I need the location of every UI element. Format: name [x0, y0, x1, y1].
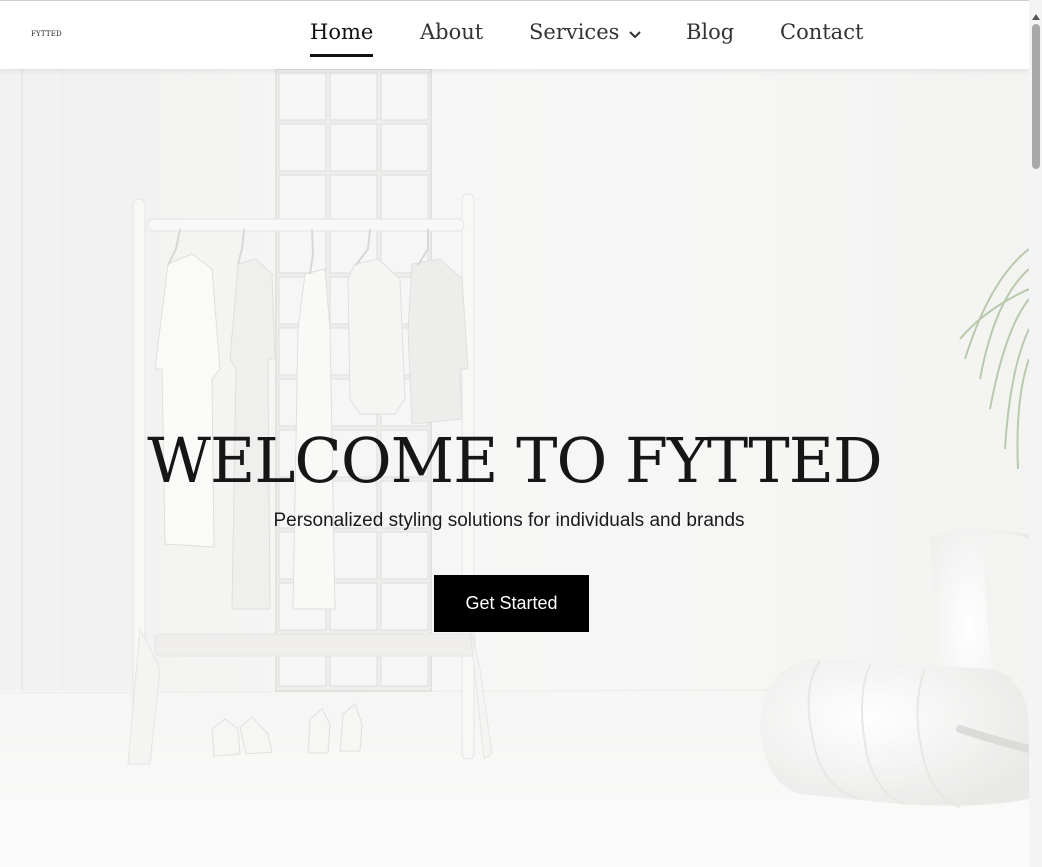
top-border: [0, 0, 1029, 1]
nav-about[interactable]: About: [420, 20, 483, 44]
get-started-button[interactable]: Get Started: [434, 575, 589, 632]
scroll-up-arrow-icon[interactable]: [1032, 7, 1040, 25]
nav-services[interactable]: Services: [529, 20, 642, 44]
brand-logo[interactable]: FYTTED: [31, 30, 62, 38]
page-scrollbar[interactable]: [1029, 0, 1042, 867]
hero-section: WELCOME TO FYTTED Personalized styling s…: [0, 69, 1029, 867]
page-viewport: FYTTED Home About Services Blog Contact: [0, 0, 1029, 867]
chevron-down-icon: [629, 20, 642, 44]
nav-services-label: Services: [529, 20, 620, 44]
nav-home[interactable]: Home: [310, 20, 374, 57]
scrollbar-thumb[interactable]: [1032, 24, 1040, 169]
nav-blog[interactable]: Blog: [686, 20, 734, 44]
navbar: FYTTED Home About Services Blog Contact: [0, 1, 1029, 69]
hero-title: WELCOME TO FYTTED: [147, 424, 883, 497]
hero-subtitle: Personalized styling solutions for indiv…: [273, 510, 745, 531]
nav-contact[interactable]: Contact: [780, 20, 863, 44]
